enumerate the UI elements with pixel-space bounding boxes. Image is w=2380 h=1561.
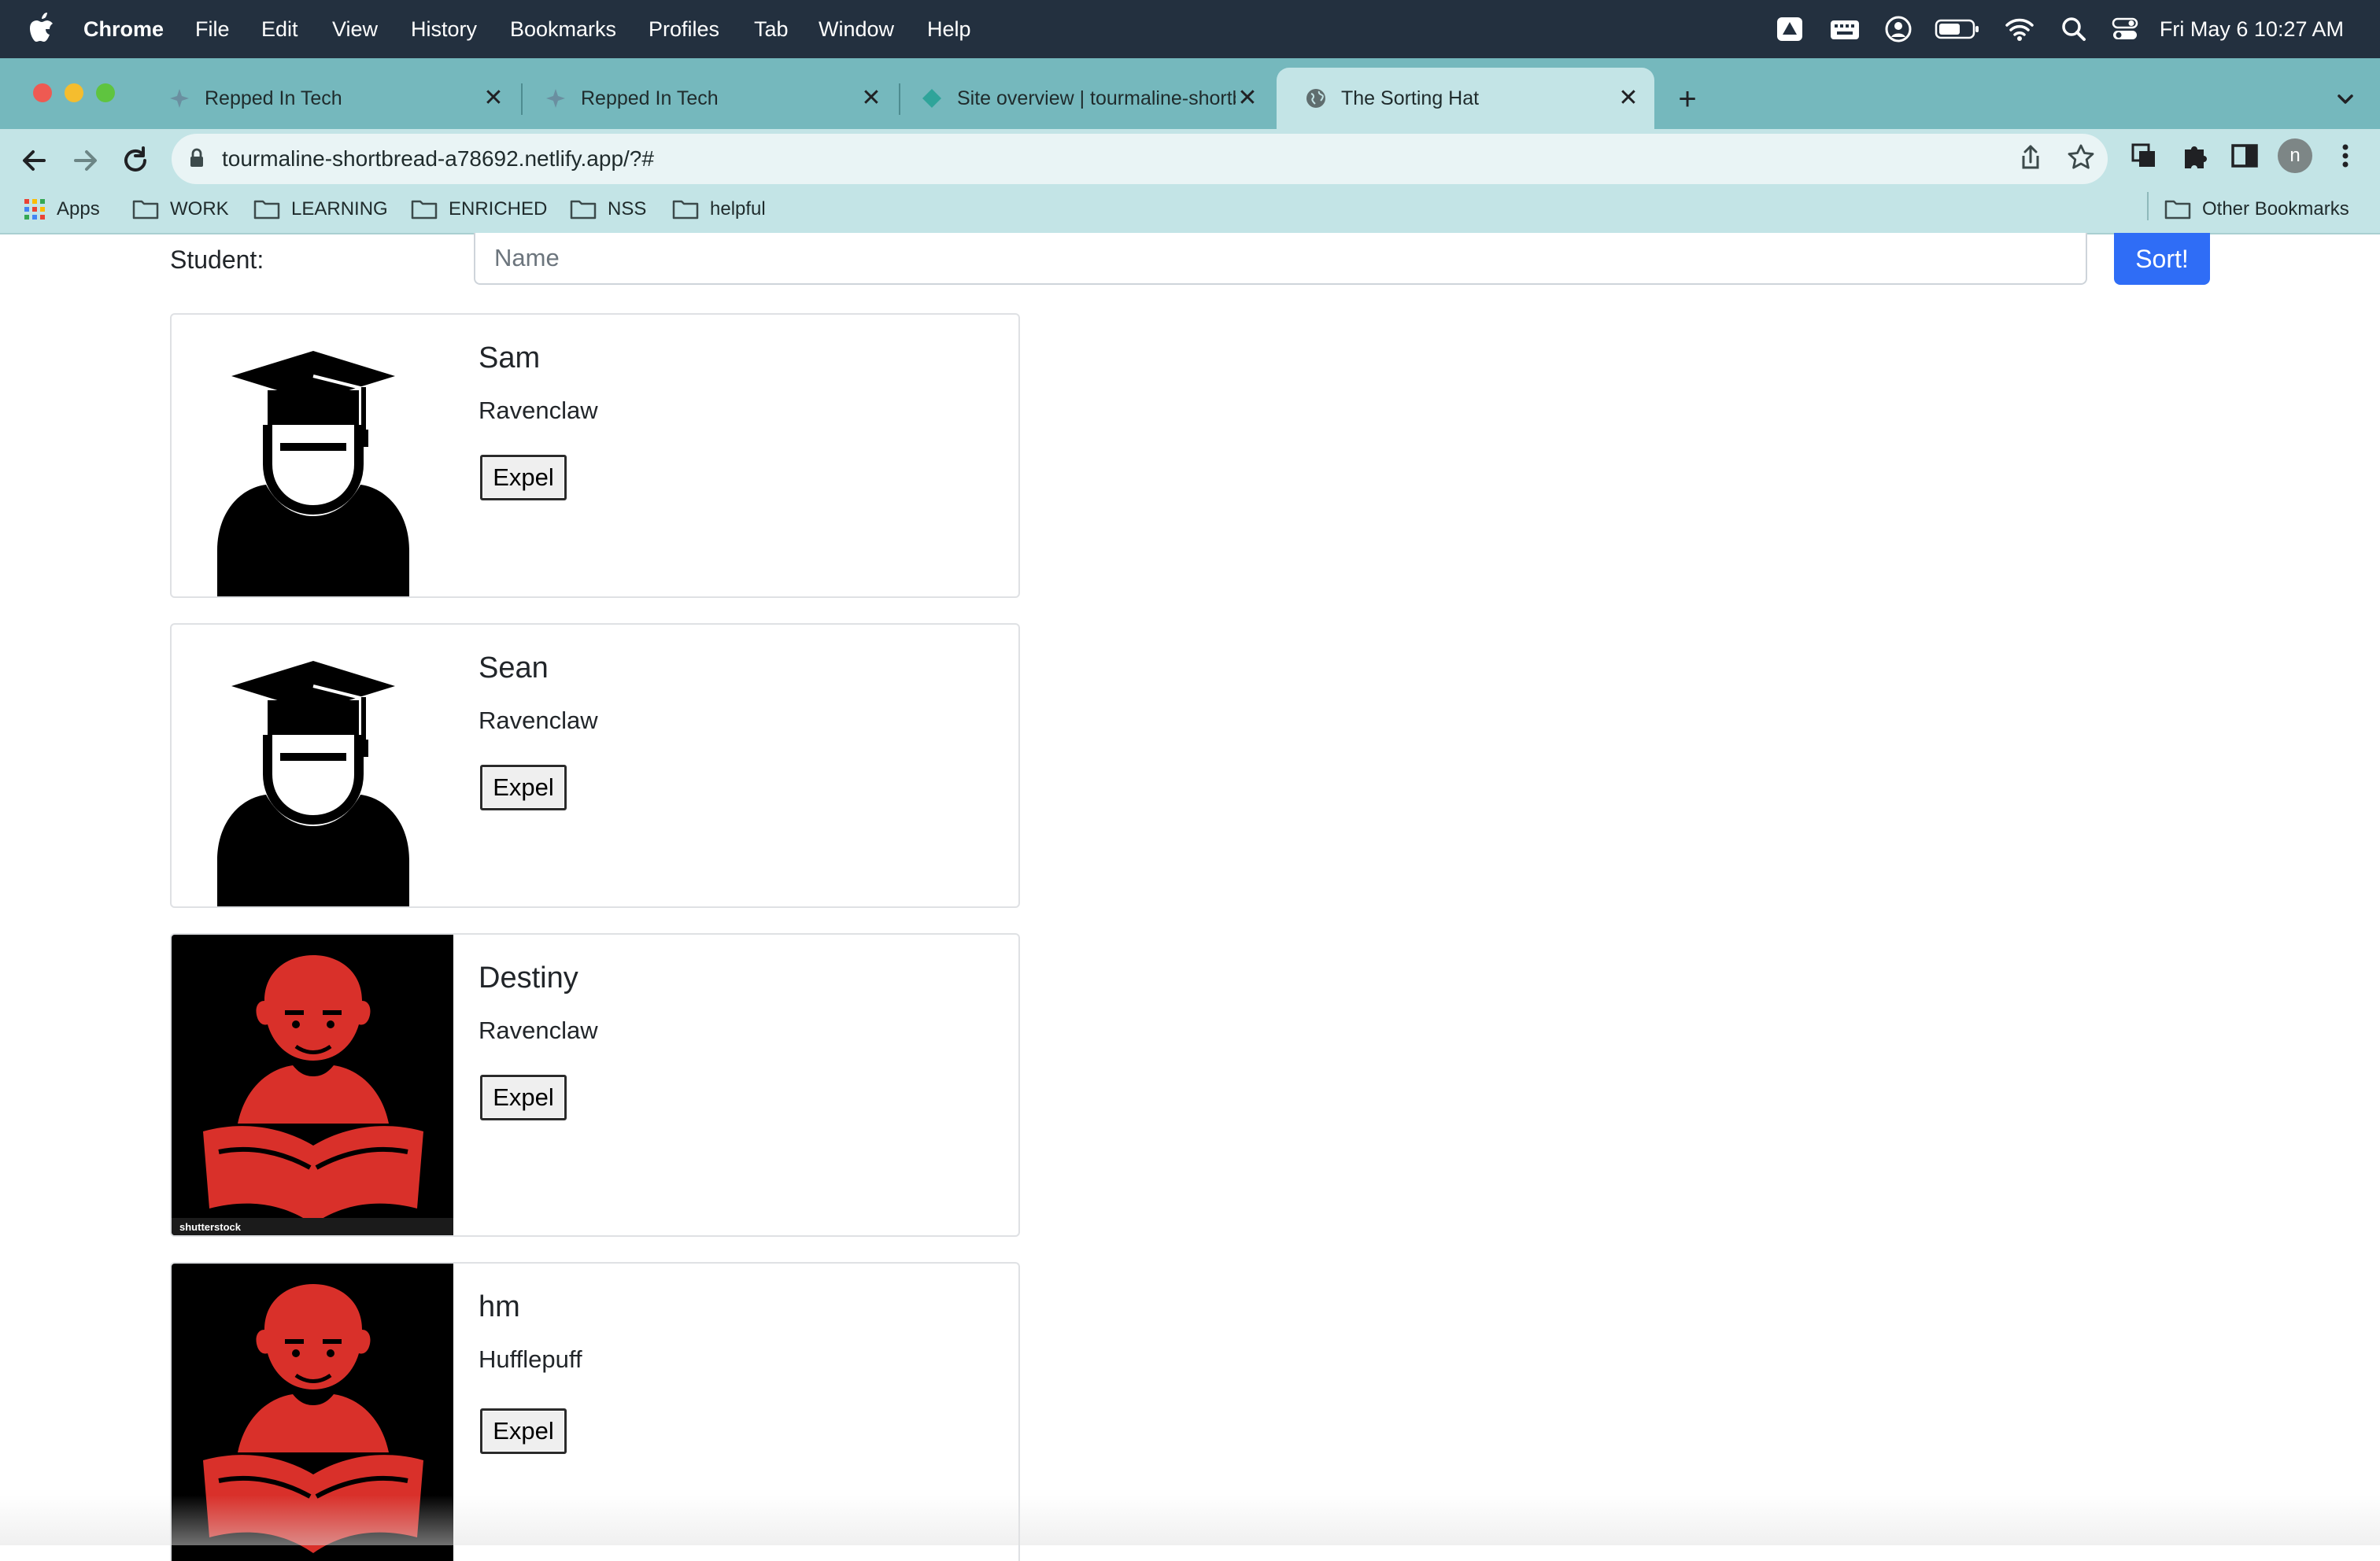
expel-button[interactable]: Expel xyxy=(480,1075,567,1120)
bookmark-label: LEARNING xyxy=(291,198,388,220)
student-house: Ravenclaw xyxy=(479,397,598,424)
reader-image xyxy=(172,1264,453,1561)
keyboard-icon[interactable] xyxy=(1829,14,1861,44)
user-circle-icon[interactable] xyxy=(1884,14,1913,44)
reader-image: shutterstock xyxy=(172,935,453,1235)
bookmark-other-bookmarks[interactable]: Other Bookmarks xyxy=(2164,184,2349,234)
bookmark-folder-nss[interactable]: NSS xyxy=(570,184,646,234)
student-card: shutterstock Destiny Ravenclaw Expel xyxy=(170,933,1020,1237)
folder-icon xyxy=(570,200,597,220)
tab-title: Repped In Tech xyxy=(581,87,719,109)
share-icon[interactable] xyxy=(2015,142,2046,173)
window-minimize-button[interactable] xyxy=(65,83,83,102)
bookmark-folder-enriched[interactable]: ENRICHED xyxy=(411,184,547,234)
bookmark-label: Apps xyxy=(57,198,100,220)
forward-arrow-icon[interactable] xyxy=(66,142,104,179)
window-zoom-button[interactable] xyxy=(96,83,115,102)
bookmark-label: NSS xyxy=(608,198,647,220)
student-house: Ravenclaw xyxy=(479,1017,598,1044)
menu-tab[interactable]: Tab xyxy=(754,0,789,58)
tab-search-chevron-icon[interactable] xyxy=(2330,83,2361,115)
menu-edit[interactable]: Edit xyxy=(261,0,298,58)
new-tab-button[interactable]: + xyxy=(1670,82,1705,116)
student-card: hm Hufflepuff Expel xyxy=(170,1262,1020,1561)
menu-view[interactable]: View xyxy=(332,0,378,58)
bookmark-folder-work[interactable]: WORK xyxy=(132,184,229,234)
folder-icon xyxy=(2164,200,2191,220)
student-card: Sam Ravenclaw Expel xyxy=(170,313,1020,598)
close-tab-icon[interactable]: ✕ xyxy=(1236,87,1259,110)
tab-title: Site overview | tourmaline-shortbread xyxy=(957,87,1236,109)
watermark-text: shutterstock xyxy=(179,1221,242,1233)
sparkle-icon xyxy=(170,89,189,108)
extensions-puzzle-icon[interactable] xyxy=(2179,140,2210,172)
menu-bookmarks[interactable]: Bookmarks xyxy=(510,0,616,58)
graduate-icon xyxy=(217,661,409,906)
expel-button[interactable]: Expel xyxy=(480,455,567,500)
kebab-menu-icon[interactable] xyxy=(2330,140,2361,172)
window-close-button[interactable] xyxy=(33,83,52,102)
graduate-icon xyxy=(217,351,409,596)
tab-manager-extension-icon[interactable] xyxy=(2128,140,2160,172)
back-arrow-icon[interactable] xyxy=(16,142,54,179)
menu-window[interactable]: Window xyxy=(819,0,894,58)
battery-icon[interactable] xyxy=(1935,14,1980,44)
lock-icon[interactable] xyxy=(189,148,205,168)
student-name: Sam xyxy=(479,341,541,375)
globe-icon xyxy=(1306,89,1325,108)
apps-grid-icon xyxy=(24,199,45,220)
bookmark-label: helpful xyxy=(710,198,766,220)
profile-avatar[interactable]: n xyxy=(2278,138,2312,173)
netlify-diamond-icon xyxy=(922,89,941,108)
menubar-clock[interactable]: Fri May 6 10:27 AM xyxy=(2160,0,2344,58)
tab-site-overview[interactable]: Site overview | tourmaline-shortbread ✕ xyxy=(893,68,1273,129)
student-name: hm xyxy=(479,1290,520,1323)
apple-logo-icon[interactable] xyxy=(28,13,55,44)
close-tab-icon[interactable]: ✕ xyxy=(859,87,883,110)
folder-icon xyxy=(672,200,699,220)
bookmark-label: ENRICHED xyxy=(449,198,548,220)
student-house: Ravenclaw xyxy=(479,707,598,734)
menu-profiles[interactable]: Profiles xyxy=(649,0,719,58)
tab-the-sorting-hat[interactable]: The Sorting Hat ✕ xyxy=(1277,68,1654,129)
student-house: Hufflepuff xyxy=(479,1345,582,1373)
tab-title: The Sorting Hat xyxy=(1341,87,1480,109)
bookmark-folder-learning[interactable]: LEARNING xyxy=(253,184,388,234)
tab-title: Repped In Tech xyxy=(205,87,342,109)
student-name: Sean xyxy=(479,651,549,685)
reload-icon[interactable] xyxy=(116,142,154,179)
control-center-icon[interactable] xyxy=(2111,14,2139,44)
bookmark-star-icon[interactable] xyxy=(2065,142,2097,173)
menu-file[interactable]: File xyxy=(195,0,230,58)
student-name-input[interactable] xyxy=(474,233,2087,285)
expel-button[interactable]: Expel xyxy=(480,1408,567,1454)
expel-button[interactable]: Expel xyxy=(480,765,567,810)
tab-repped-in-tech-1[interactable]: Repped In Tech ✕ xyxy=(140,68,519,129)
bookmark-label: WORK xyxy=(170,198,229,220)
bookmark-apps[interactable]: Apps xyxy=(24,184,100,234)
url-text[interactable]: tourmaline-shortbread-a78692.netlify.app… xyxy=(222,134,654,184)
sort-button[interactable]: Sort! xyxy=(2114,233,2210,285)
close-tab-icon[interactable]: ✕ xyxy=(1617,87,1640,110)
bookmark-folder-helpful[interactable]: helpful xyxy=(672,184,766,234)
spotlight-icon[interactable] xyxy=(2060,14,2087,44)
wifi-icon[interactable] xyxy=(2004,14,2035,44)
student-label: Student: xyxy=(170,245,264,274)
folder-icon xyxy=(253,200,280,220)
folder-icon xyxy=(411,200,438,220)
tab-repped-in-tech-2[interactable]: Repped In Tech ✕ xyxy=(516,68,897,129)
sparkle-icon xyxy=(546,89,565,108)
student-name: Destiny xyxy=(479,961,578,995)
close-tab-icon[interactable]: ✕ xyxy=(482,87,505,110)
menu-history[interactable]: History xyxy=(411,0,477,58)
folder-icon xyxy=(132,200,159,220)
bookmarks-separator xyxy=(2147,192,2149,220)
drive-icon[interactable] xyxy=(1776,14,1804,44)
menu-help[interactable]: Help xyxy=(927,0,971,58)
student-card: Sean Ravenclaw Expel xyxy=(170,623,1020,908)
bookmark-label: Other Bookmarks xyxy=(2202,198,2349,220)
menu-app-chrome[interactable]: Chrome xyxy=(83,0,164,58)
side-panel-icon[interactable] xyxy=(2229,140,2260,172)
